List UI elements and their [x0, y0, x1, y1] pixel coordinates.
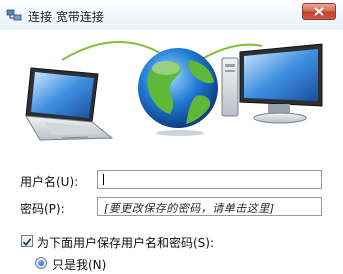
close-button[interactable] [302, 3, 336, 20]
password-label: 密码(P): [20, 202, 65, 216]
password-hint: [要更改保存的密码，请单击这里] [104, 202, 275, 215]
window-title: 连接 宽带连接 [28, 10, 104, 24]
username-label: 用户名(U): [20, 175, 79, 189]
desktop-computer-icon [221, 43, 323, 124]
radio-selected-dot [38, 260, 44, 266]
connection-illustration [25, 41, 323, 141]
radio-only-me-label: 只是我(N) [52, 258, 107, 272]
connect-broadband-dialog: 连接 宽带连接 用户名(U): 密码(P): [要更改保存的密码，请单击这里] … [0, 0, 343, 274]
username-input[interactable] [97, 170, 322, 189]
laptop-icon [25, 67, 114, 141]
network-connection-icon [6, 7, 22, 23]
connection-arc-left [61, 41, 169, 61]
checkmark-icon [22, 238, 32, 247]
title-bar: 连接 宽带连接 [0, 0, 343, 30]
password-input[interactable]: [要更改保存的密码，请单击这里] [97, 197, 322, 216]
radio-only-me[interactable] [35, 257, 47, 269]
close-icon [314, 7, 324, 16]
save-credentials-label: 为下面用户保存用户名和密码(S): [37, 236, 215, 250]
save-credentials-checkbox[interactable] [21, 235, 33, 247]
text-caret [103, 174, 104, 185]
globe-icon [138, 48, 218, 136]
